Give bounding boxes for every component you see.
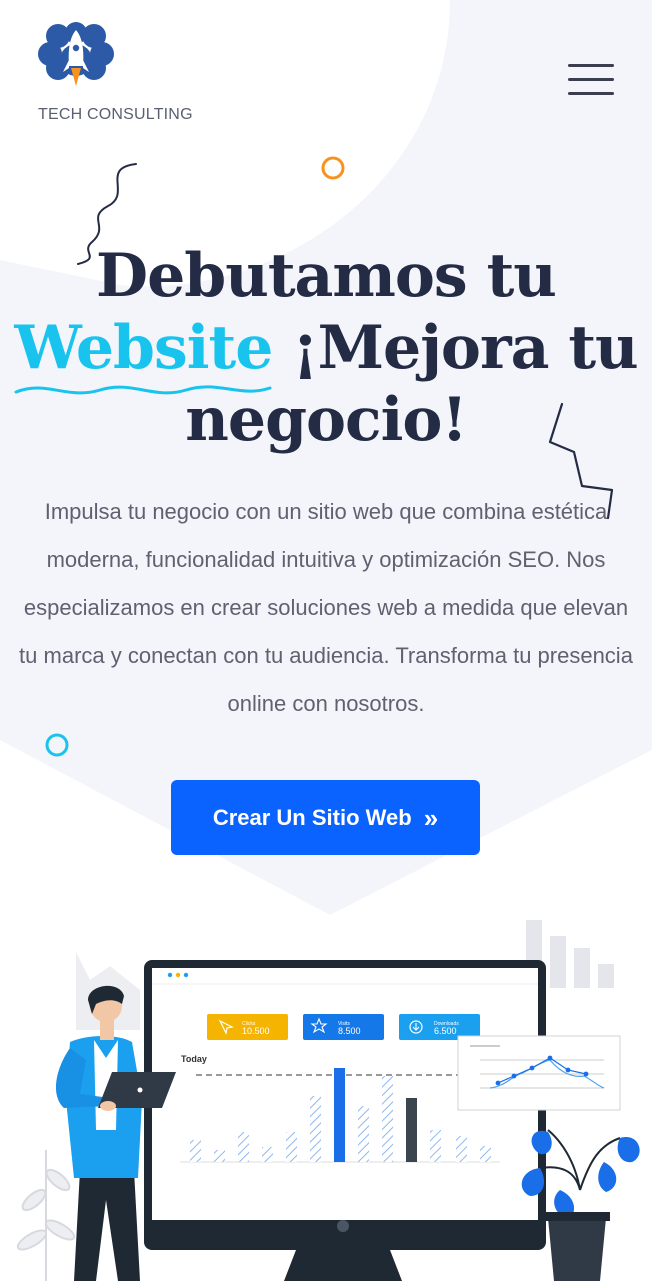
- brand-name: TECH CONSULTING: [38, 106, 193, 123]
- double-chevron-right-icon: »: [423, 802, 439, 833]
- hero-title: Debutamos tu Website ¡Mejora tu negocio!: [0, 240, 652, 456]
- stat-value-3: 6.500: [434, 1026, 457, 1036]
- stat-value-2: 8.500: [338, 1026, 361, 1036]
- floating-line-chart: [457, 1035, 621, 1111]
- title-accent-text: Website: [14, 313, 273, 383]
- left-plant-decoration: [16, 1150, 76, 1281]
- title-line-1: Debutamos tu: [96, 241, 557, 311]
- wave-underline-icon: [14, 385, 272, 395]
- brain-rocket-icon: [38, 22, 114, 86]
- dashboard-illustration: Clicks 10.500 Visits 8.500 Downloads 6.5…: [16, 920, 640, 1281]
- stat-value-1: 10.500: [242, 1026, 270, 1036]
- hero-description: Impulsa tu negocio con un sitio web que …: [19, 499, 633, 716]
- stat-card-2: Visits 8.500: [303, 1014, 384, 1040]
- cyan-ring-icon: [45, 733, 69, 757]
- hamburger-menu-icon[interactable]: [568, 64, 616, 98]
- title-accent-word: Website: [14, 312, 273, 395]
- cta-label: Crear Un Sitio Web: [212, 804, 412, 830]
- today-label: Today: [181, 1054, 207, 1064]
- title-rest: ¡Mejora tu: [272, 313, 638, 383]
- orange-ring-icon: [321, 156, 345, 180]
- window-dots: [167, 972, 189, 978]
- stat-card-1: Clicks 10.500: [207, 1014, 288, 1040]
- create-website-button[interactable]: Crear Un Sitio Web »: [171, 780, 480, 855]
